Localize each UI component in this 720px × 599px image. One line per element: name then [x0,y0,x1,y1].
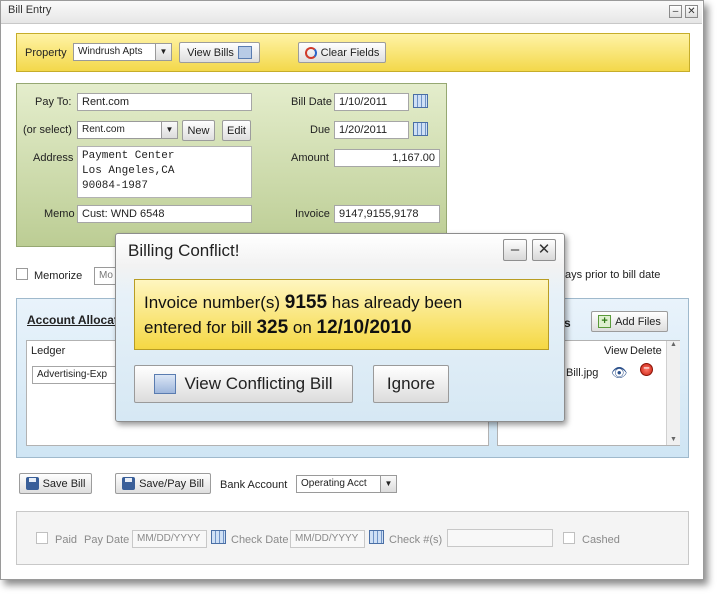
message-text-2: has already been [327,293,463,312]
save-bill-button[interactable]: Save Bill [19,473,92,494]
files-heading: s [564,316,571,330]
check-number-label: Check #(s) [389,534,443,546]
scroll-down-icon[interactable]: ▼ [667,436,680,443]
calendar-icon[interactable] [369,530,384,544]
file-name[interactable]: Bill.jpg [566,367,598,379]
calendar-icon[interactable] [413,94,428,108]
property-label: Property [25,47,67,59]
save-floppy-icon [122,477,136,490]
delete-file-icon[interactable]: – [640,363,653,376]
close-icon[interactable]: ✕ [532,239,556,261]
invoice-label: Invoice [295,208,330,220]
message-text-1: Invoice number(s) [144,293,285,312]
ignore-button[interactable]: Ignore [373,365,449,403]
check-number-input[interactable] [447,529,553,547]
cashed-checkbox[interactable] [563,532,575,544]
property-select[interactable]: Windrush Apts ▼ [73,43,172,61]
ledger-header: Ledger [31,345,66,357]
scroll-up-icon[interactable]: ▲ [667,341,680,348]
message-text-4: on [288,318,317,337]
clear-refresh-icon [304,46,317,59]
message-text-3: entered for bill [144,318,257,337]
minimize-icon[interactable]: – [669,5,682,18]
invoice-input[interactable]: 9147,9155,9178 [334,205,440,223]
save-pay-bill-label: Save/Pay Bill [139,477,204,490]
calendar-icon[interactable] [413,122,428,136]
add-files-label: Add Files [615,315,661,328]
conflict-message: Invoice number(s) 9155 has already been … [134,279,549,350]
delete-column-header: Delete [630,345,662,357]
minimize-icon[interactable]: – [503,239,527,261]
clear-fields-label: Clear Fields [320,46,380,59]
pay-to-input[interactable]: Rent.com [77,93,252,111]
reminder-days-text: ays prior to bill date [565,269,661,281]
view-bills-button[interactable]: View Bills [179,42,260,63]
pay-to-label: Pay To: [35,96,72,108]
paid-checkbox[interactable] [36,532,48,544]
view-column-header: View [604,345,628,357]
address-line-3: 90084-1987 [82,180,149,192]
bill-date-label: Bill Date [291,96,332,108]
bank-account-label: Bank Account [220,479,288,491]
view-bills-label: View Bills [187,46,234,59]
account-allocation-title: Account Allocat [27,313,118,327]
bill-list-icon [237,46,252,59]
edit-payee-button[interactable]: Edit [222,120,251,141]
view-conflicting-bill-label: View Conflicting Bill [184,374,333,393]
calendar-icon[interactable] [211,530,226,544]
memo-input[interactable]: Cust: WND 6548 [77,205,252,223]
save-pay-bill-button[interactable]: Save/Pay Bill [115,473,211,494]
property-select-value: Windrush Apts [78,46,143,57]
close-icon[interactable]: ✕ [685,5,698,18]
pay-date-label: Pay Date [84,534,130,546]
cashed-label: Cashed [582,534,620,546]
files-scrollbar[interactable]: ▲ ▼ [666,341,680,445]
billing-conflict-dialog: Billing Conflict! – ✕ Invoice number(s) … [115,233,565,422]
memorize-label: Memorize [34,270,83,282]
conflicting-bill-number: 325 [256,317,289,338]
bank-account-value: Operating Acct [301,478,367,489]
new-payee-button[interactable]: New [182,120,215,141]
check-date-label: Check Date [231,534,289,546]
view-conflicting-bill-button[interactable]: View Conflicting Bill [134,365,353,403]
window-title: Bill Entry [8,4,52,16]
bill-date-input[interactable]: 1/10/2011 [334,93,409,111]
memo-label: Memo [44,208,75,220]
conflicting-bill-date: 12/10/2010 [316,317,412,338]
address-line-2: Los Angeles,CA [82,165,175,177]
dialog-title: Billing Conflict! [128,241,240,260]
due-date-input[interactable]: 1/20/2011 [334,121,409,139]
address-textarea[interactable]: Payment Center Los Angeles,CA 90084-1987 [77,146,252,198]
save-floppy-icon [25,477,39,490]
address-label: Address [33,152,74,164]
title-bar [1,1,702,24]
chevron-down-icon: ▼ [155,44,171,60]
save-bill-label: Save Bill [42,477,86,490]
add-files-button[interactable]: + Add Files [591,311,668,332]
memorize-checkbox[interactable] [16,268,28,280]
add-file-icon: + [598,315,612,328]
address-line-1: Payment Center [82,150,175,162]
payee-select-value: Rent.com [82,124,125,135]
amount-input[interactable]: 1,167.00 [334,149,440,167]
conflicting-invoice-number: 9155 [284,292,328,313]
paid-label: Paid [55,534,78,546]
amount-label: Amount [291,152,329,164]
bank-account-select[interactable]: Operating Acct ▼ [296,475,397,493]
chevron-down-icon: ▼ [161,122,177,138]
bill-list-icon [154,374,177,394]
or-select-label: (or select) [23,124,72,136]
chevron-down-icon: ▼ [380,476,396,492]
clear-fields-button[interactable]: Clear Fields [298,42,386,63]
due-label: Due [310,124,331,136]
check-date-input[interactable]: MM/DD/YYYY [290,530,365,548]
ledger-account-input[interactable]: Advertising-Exp [32,366,118,384]
pay-date-input[interactable]: MM/DD/YYYY [132,530,207,548]
eye-view-icon[interactable]: 👁 [611,365,628,381]
payee-select[interactable]: Rent.com ▼ [77,121,178,139]
